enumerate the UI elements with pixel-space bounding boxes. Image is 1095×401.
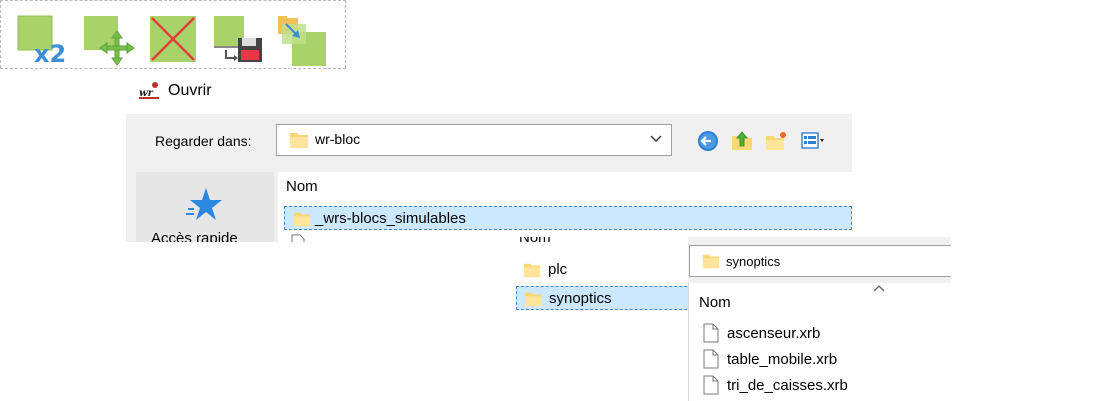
name-column-header[interactable]: Nom [286,178,318,195]
app-icon: wr [138,81,160,101]
move-icon [84,16,135,66]
save-button[interactable] [212,14,266,68]
dialog-title: Ouvrir [168,82,212,99]
up-folder-icon[interactable] [730,130,754,152]
quick-access-label[interactable]: Accès rapide [151,230,238,242]
file-name: tri_de_caisses.xrb [727,377,848,394]
list-item-label: synoptics [549,290,612,307]
file-icon [291,234,305,242]
import-button[interactable] [276,14,330,68]
column-header-clip: Nom [496,237,692,246]
back-icon[interactable] [696,130,720,152]
places-label-clip: Accès rapide [126,226,274,242]
dialog-titlebar: wr Ouvrir [138,78,212,104]
save-icon [214,16,262,62]
look-in-dropdown-3[interactable]: synoptics [689,245,951,277]
chevron-down-icon [650,135,662,142]
list-item-synoptics[interactable]: synoptics [516,286,692,310]
file-name: ascenseur.xrb [727,325,821,342]
file-icon-partial [291,234,305,242]
folder-icon [523,263,541,278]
folder-icon [702,254,720,269]
file-icon [703,375,719,395]
name-column-header-3[interactable]: Nom [699,294,731,311]
toolbar-divider [0,68,346,69]
quick-access-star-icon[interactable] [184,185,224,225]
move-button[interactable] [82,14,136,68]
import-icon [278,16,326,66]
list-item-plc[interactable]: plc [520,258,670,282]
duplicate-x2-button[interactable]: x2 [16,14,70,68]
sort-ascending-icon [873,285,885,292]
file-icon [703,349,719,369]
name-column-header-2[interactable]: Nom [519,237,551,246]
list-item-selected[interactable]: _wrs-blocs_simulables [284,206,852,230]
look-in-value: wr-bloc [315,131,361,147]
new-folder-icon[interactable] [764,130,788,152]
x2-badge: x2 [34,40,66,68]
look-in-label: Regarder dans: [155,133,252,149]
list-item-label: _wrs-blocs_simulables [315,210,466,227]
nav-toolbar [696,130,828,152]
duplicate-icon: x2 [17,15,66,68]
file-icon [703,323,719,343]
view-menu-icon[interactable] [798,130,828,152]
folder-icon [524,292,542,307]
delete-icon [150,16,196,62]
delete-button[interactable] [148,14,202,68]
look-in-value-3: synoptics [726,254,781,269]
look-in-dropdown[interactable]: wr-bloc [276,124,672,156]
file-name: table_mobile.xrb [727,351,838,368]
folder-icon [290,133,308,148]
folder-icon [293,212,311,227]
list-item-label: plc [548,261,568,278]
